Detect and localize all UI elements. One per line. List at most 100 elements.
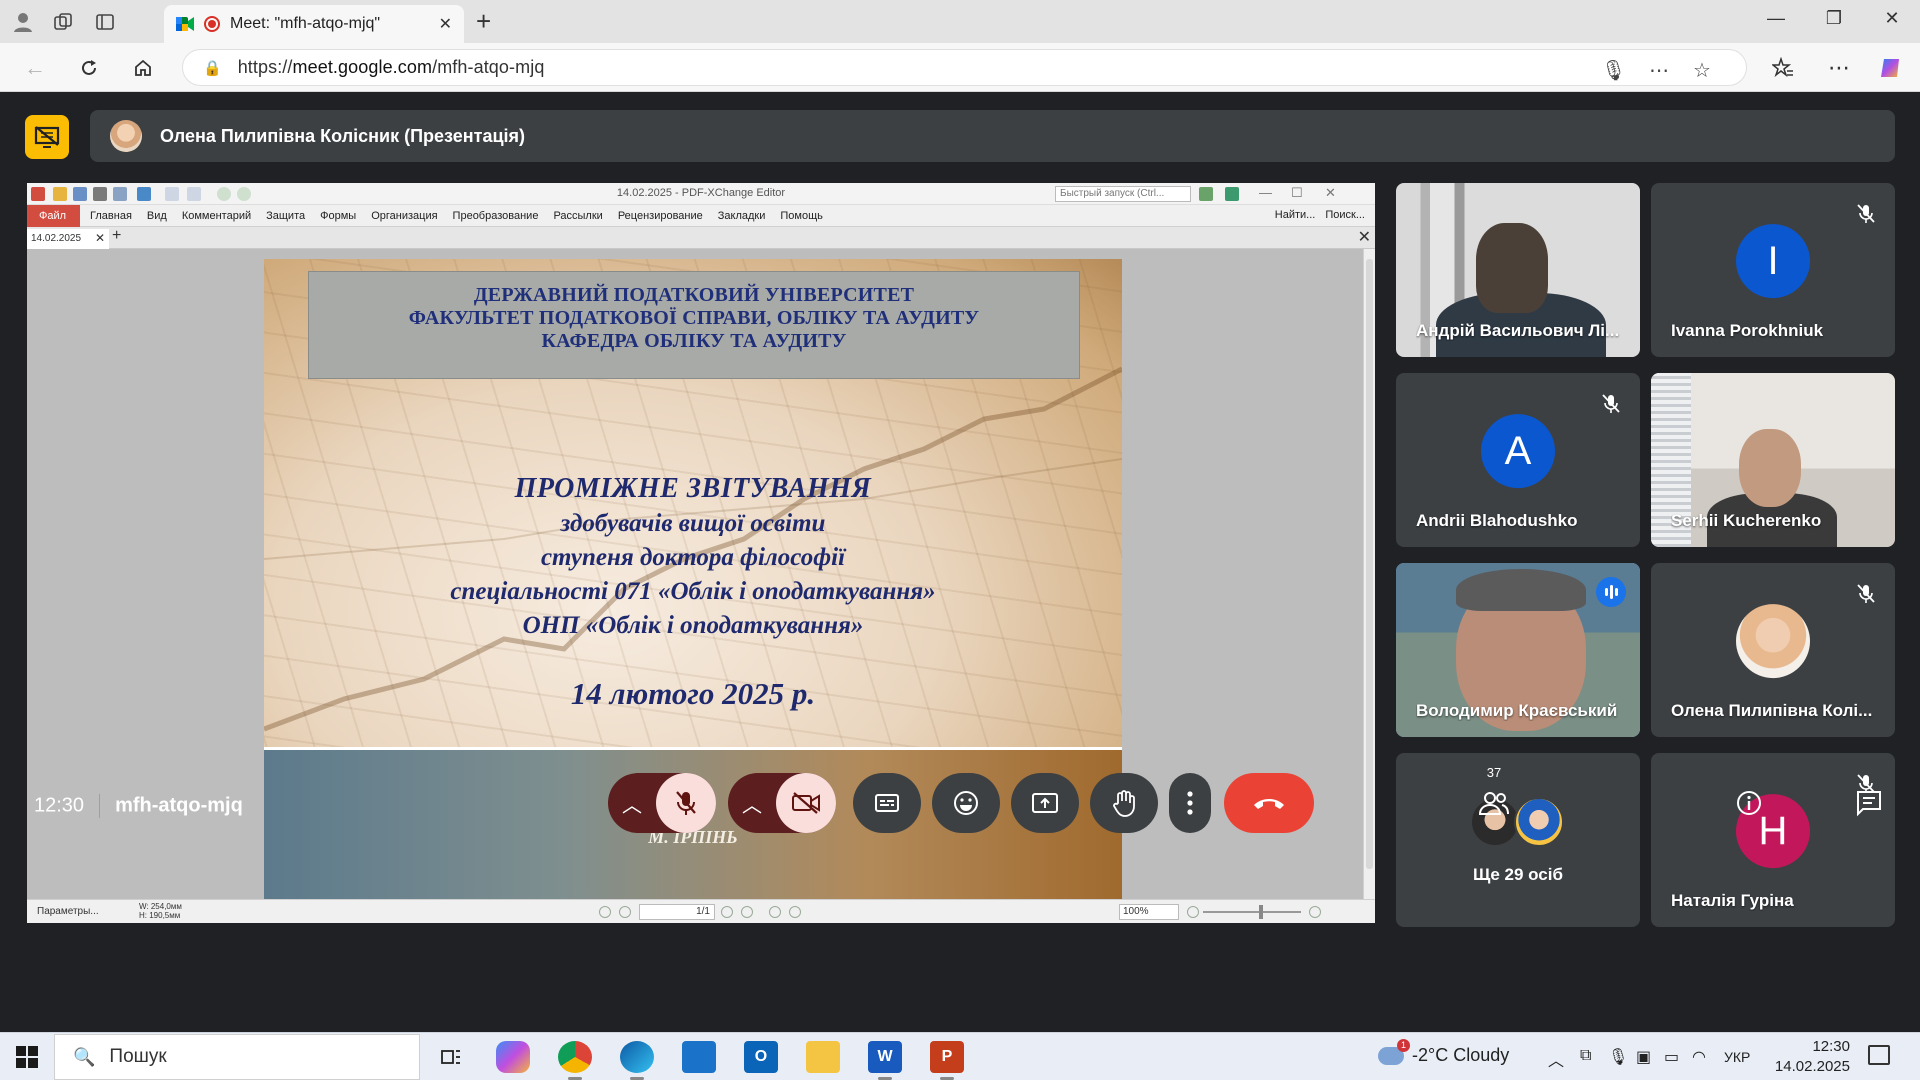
participant-tile[interactable]: Serhii Kucherenko — [1651, 373, 1895, 547]
profile-icon[interactable] — [8, 7, 38, 37]
notifications-icon[interactable] — [1868, 1045, 1890, 1065]
minimize-button[interactable]: — — [1756, 8, 1796, 29]
nav-forward-icon[interactable] — [237, 187, 251, 201]
more-options-button[interactable] — [1169, 773, 1211, 833]
ui-options-icon[interactable] — [1199, 187, 1213, 201]
menu-comment[interactable]: Комментарий — [182, 210, 251, 222]
menu-protect[interactable]: Защита — [266, 210, 305, 222]
workspaces-icon[interactable] — [48, 7, 78, 37]
menu-bookmarks[interactable]: Закладки — [718, 210, 766, 222]
close-all-docs-icon[interactable]: ✕ — [1358, 227, 1371, 247]
outlook-app-icon[interactable]: O — [744, 1041, 778, 1073]
find-button[interactable]: Найти... — [1275, 209, 1316, 221]
tab-meet[interactable]: Meet: "mfh-atqo-mjq" ✕ — [164, 5, 464, 43]
scan-icon[interactable] — [137, 187, 151, 201]
menu-view[interactable]: Вид — [147, 210, 167, 222]
nav-back-icon[interactable] — [217, 187, 231, 201]
site-info-icon[interactable]: 🔒 — [203, 59, 222, 77]
menu-review[interactable]: Рецензирование — [618, 210, 703, 222]
taskbar-clock[interactable]: 12:30 14.02.2025 — [1762, 1037, 1850, 1077]
quick-launch-input[interactable]: Быстрый запуск (Ctrl... — [1055, 186, 1191, 202]
task-view-icon[interactable] — [434, 1041, 468, 1073]
view-back-icon[interactable] — [769, 906, 781, 918]
pdf-minimize-button[interactable]: — — [1259, 185, 1272, 200]
menu-forms[interactable]: Формы — [320, 210, 356, 222]
battery-icon[interactable]: ▭ — [1664, 1047, 1679, 1067]
people-button[interactable] — [1474, 783, 1514, 823]
tab-close-icon[interactable]: ✕ — [439, 14, 452, 34]
camera-toggle-button[interactable] — [776, 773, 836, 833]
view-forward-icon[interactable] — [789, 906, 801, 918]
search-button[interactable]: Поиск... — [1325, 209, 1365, 221]
doc-tab-close-icon[interactable]: ✕ — [95, 231, 105, 245]
tab-actions-icon[interactable] — [90, 7, 120, 37]
leave-call-button[interactable] — [1224, 773, 1314, 833]
participant-tile-active[interactable]: Володимир Краєвський — [1396, 563, 1640, 737]
participant-tile[interactable]: A Andrii Blahodushko — [1396, 373, 1640, 547]
page-number-input[interactable]: 1/1 — [639, 904, 715, 920]
microphone-tray-icon[interactable]: 🎙 — [1608, 1047, 1628, 1067]
powerpoint-app-icon[interactable]: P — [930, 1041, 964, 1080]
prev-page-icon[interactable] — [619, 906, 631, 918]
email-icon[interactable] — [113, 187, 127, 201]
present-button[interactable] — [1011, 773, 1079, 833]
chat-button[interactable] — [1849, 783, 1889, 823]
mic-toggle-button[interactable] — [656, 773, 716, 833]
menu-convert[interactable]: Преобразование — [453, 210, 539, 222]
pdf-maximize-button[interactable]: ☐ — [1291, 185, 1303, 201]
copilot-icon[interactable] — [1876, 53, 1906, 83]
menu-file[interactable]: Файл — [27, 204, 81, 227]
camera-tray-icon[interactable]: ▣ — [1636, 1047, 1651, 1067]
zoom-out-icon[interactable] — [1187, 906, 1199, 918]
more-info-icon[interactable]: ⋯ — [1649, 58, 1669, 83]
pdf-vertical-scrollbar[interactable] — [1363, 249, 1375, 899]
wifi-icon[interactable]: ◠ — [1692, 1047, 1706, 1067]
menu-mailings[interactable]: Рассылки — [553, 210, 602, 222]
weather-widget[interactable]: -2°C Cloudy — [1378, 1038, 1509, 1066]
video-options-chevron-icon[interactable]: ︿ — [734, 789, 770, 818]
last-page-icon[interactable] — [741, 906, 753, 918]
back-button[interactable]: ← — [20, 53, 50, 83]
captions-button[interactable] — [853, 773, 921, 833]
taskbar-search[interactable]: 🔍 Пошук — [54, 1034, 420, 1080]
file-explorer-icon[interactable] — [806, 1041, 840, 1073]
show-hidden-icons-chevron[interactable]: ︿ — [1548, 1047, 1564, 1071]
windows-start-icon[interactable] — [16, 1046, 38, 1068]
participant-tile[interactable]: Андрій Васильович Лі... — [1396, 183, 1640, 357]
meet-tray-icon[interactable]: ⧉ — [1580, 1047, 1591, 1065]
zoom-in-icon[interactable] — [1309, 906, 1321, 918]
next-page-icon[interactable] — [721, 906, 733, 918]
print-icon[interactable] — [93, 187, 107, 201]
meeting-details-button[interactable] — [1729, 783, 1769, 823]
menu-organize[interactable]: Организация — [371, 210, 437, 222]
more-participants-tile[interactable]: Ще 29 осіб — [1396, 753, 1640, 927]
doc-tab[interactable]: 14.02.2025 ✕ — [27, 229, 109, 249]
zoom-select[interactable]: 100% — [1119, 904, 1179, 920]
word-app-icon[interactable]: W — [868, 1041, 902, 1080]
fullscreen-icon[interactable] — [1225, 187, 1239, 201]
params-button[interactable]: Параметры... — [37, 906, 99, 917]
participant-tile[interactable]: Олена Пилипівна Колі... — [1651, 563, 1895, 737]
close-window-button[interactable]: ✕ — [1872, 8, 1912, 29]
undo-icon[interactable] — [165, 187, 179, 201]
edge-app-icon[interactable] — [620, 1041, 654, 1080]
copilot-app-icon[interactable] — [496, 1041, 530, 1073]
stop-presenting-button[interactable] — [25, 115, 69, 159]
open-icon[interactable] — [53, 187, 67, 201]
reactions-button[interactable] — [932, 773, 1000, 833]
settings-more-icon[interactable]: ⋯ — [1824, 53, 1854, 83]
microphone-icon[interactable]: 🎙 — [1601, 58, 1626, 83]
first-page-icon[interactable] — [599, 906, 611, 918]
favorite-star-icon[interactable]: ☆ — [1693, 58, 1711, 83]
address-bar[interactable]: 🔒 https://meet.google.com/mfh-atqo-mjq 🎙… — [182, 49, 1747, 86]
pdf-close-button[interactable]: ✕ — [1325, 185, 1336, 201]
home-button[interactable] — [128, 53, 158, 83]
raise-hand-button[interactable] — [1090, 773, 1158, 833]
zoom-slider[interactable] — [1203, 905, 1301, 919]
participant-tile[interactable]: I Ivanna Porokhniuk — [1651, 183, 1895, 357]
language-indicator[interactable]: УКР — [1724, 1049, 1750, 1065]
audio-options-chevron-icon[interactable]: ︿ — [614, 789, 650, 818]
new-doc-tab-button[interactable]: + — [112, 227, 121, 245]
restore-button[interactable]: ❐ — [1814, 8, 1854, 29]
redo-icon[interactable] — [187, 187, 201, 201]
